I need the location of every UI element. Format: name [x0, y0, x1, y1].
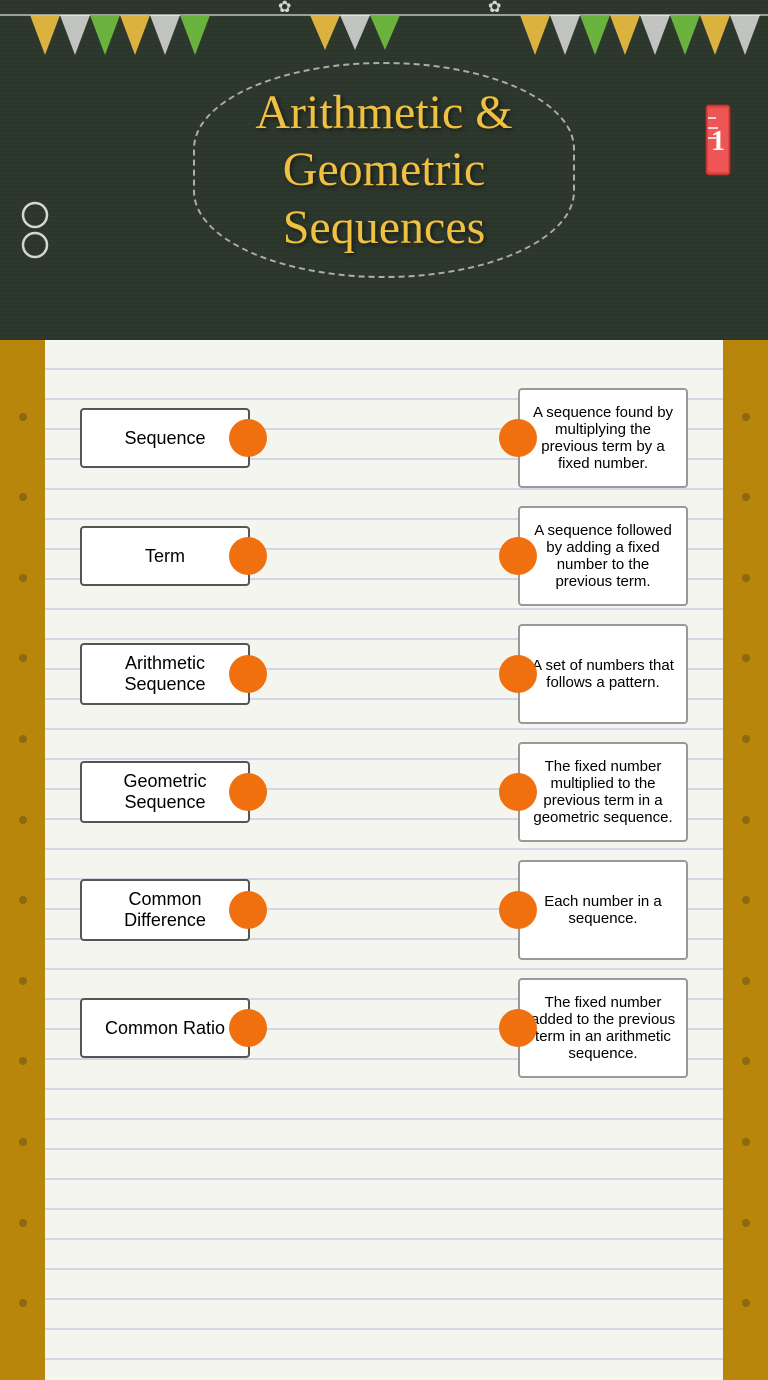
def-card-wrapper-geometric: A sequence found by multiplying the prev… — [518, 388, 688, 488]
connector-dot-geometric-right — [229, 773, 267, 811]
svg-text:✿: ✿ — [488, 0, 501, 16]
connector-dot-def6-left — [499, 1009, 537, 1047]
title-badge: Arithmetic & Geometric Sequences — [193, 62, 574, 279]
def-card-wrapper-each-number: Each number in a sequence. — [518, 860, 688, 960]
ruler-icon: 1 — [698, 100, 738, 192]
term-card-common-ratio: Common Ratio — [80, 998, 250, 1058]
def-card-fixed-mult: The fixed number multiplied to the previ… — [518, 742, 688, 842]
def-card-wrapper-fixed-add: The fixed number added to the previous t… — [518, 978, 688, 1078]
loops-icon — [15, 200, 55, 269]
connector-dot-term-right — [229, 537, 267, 575]
def-card-geometric: A sequence found by multiplying the prev… — [518, 388, 688, 488]
connector-dot-arithmetic-right — [229, 655, 267, 693]
main-content: Sequence A sequence found by multiplying… — [0, 340, 768, 1380]
connector-dot-ratio-right — [229, 1009, 267, 1047]
matching-row-term: Term A sequence followed by adding a fix… — [80, 506, 688, 606]
term-card-sequence: Sequence — [80, 408, 250, 468]
svg-text:✿: ✿ — [278, 0, 291, 16]
def-card-wrapper-set: A set of numbers that follows a pattern. — [518, 624, 688, 724]
matching-row-common-ratio: Common Ratio The fixed number added to t… — [80, 978, 688, 1078]
def-card-wrapper-fixed-mult: The fixed number multiplied to the previ… — [518, 742, 688, 842]
matching-row-sequence: Sequence A sequence found by multiplying… — [80, 388, 688, 488]
def-card-set: A set of numbers that follows a pattern. — [518, 624, 688, 724]
connector-dot-def3-left — [499, 655, 537, 693]
page-title: Arithmetic & Geometric Sequences — [255, 84, 512, 257]
matching-row-geometric: Geometric Sequence The fixed number mult… — [80, 742, 688, 842]
matching-row-arithmetic: Arithmetic Sequence A set of numbers tha… — [80, 624, 688, 724]
connector-dot-def4-left — [499, 773, 537, 811]
header: ✿ ✿ Arithmetic & Geometric Sequences 1 — [0, 0, 768, 340]
connector-dot-diff-right — [229, 891, 267, 929]
connector-dot-def2-left — [499, 537, 537, 575]
term-card-common-diff: Common Difference — [80, 879, 250, 941]
def-card-wrapper-arithmetic-def: A sequence followed by adding a fixed nu… — [518, 506, 688, 606]
svg-text:1: 1 — [711, 126, 725, 157]
def-card-each-number: Each number in a sequence. — [518, 860, 688, 960]
matching-row-common-diff: Common Difference Each number in a seque… — [80, 860, 688, 960]
connector-dot-def1-left — [499, 419, 537, 457]
left-side-decoration — [0, 340, 45, 1380]
term-card-geometric: Geometric Sequence — [80, 761, 250, 823]
term-card-term: Term — [80, 526, 250, 586]
connector-dot-def5-left — [499, 891, 537, 929]
right-side-decoration — [723, 340, 768, 1380]
connector-dot-sequence-right — [229, 419, 267, 457]
def-card-fixed-add: The fixed number added to the previous t… — [518, 978, 688, 1078]
def-card-arithmetic-def: A sequence followed by adding a fixed nu… — [518, 506, 688, 606]
term-card-arithmetic: Arithmetic Sequence — [80, 643, 250, 705]
